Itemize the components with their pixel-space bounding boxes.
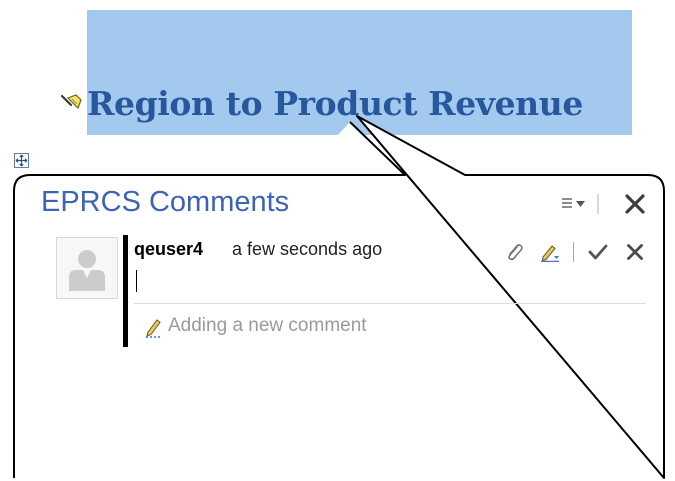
add-comment-placeholder: Adding a new comment (168, 315, 367, 336)
menu-dropdown-icon[interactable] (560, 192, 604, 216)
pencil-icon (146, 319, 161, 338)
comment-timestamp: a few seconds ago (232, 239, 383, 259)
user-avatar-icon (56, 237, 118, 299)
toolbar-separator (573, 242, 574, 262)
comment-author: qeuser4 (134, 239, 204, 259)
edit-pencil-icon[interactable] (539, 242, 561, 262)
close-icon[interactable] (626, 243, 644, 261)
paperclip-icon[interactable] (504, 242, 524, 262)
comment-text-input[interactable] (136, 270, 137, 292)
checkmark-icon[interactable] (588, 243, 608, 261)
close-panel-button[interactable] (624, 193, 646, 215)
comment-thread-bar (123, 235, 128, 347)
comment-divider (134, 303, 646, 304)
comments-panel-title: EPRCS Comments (41, 186, 290, 218)
